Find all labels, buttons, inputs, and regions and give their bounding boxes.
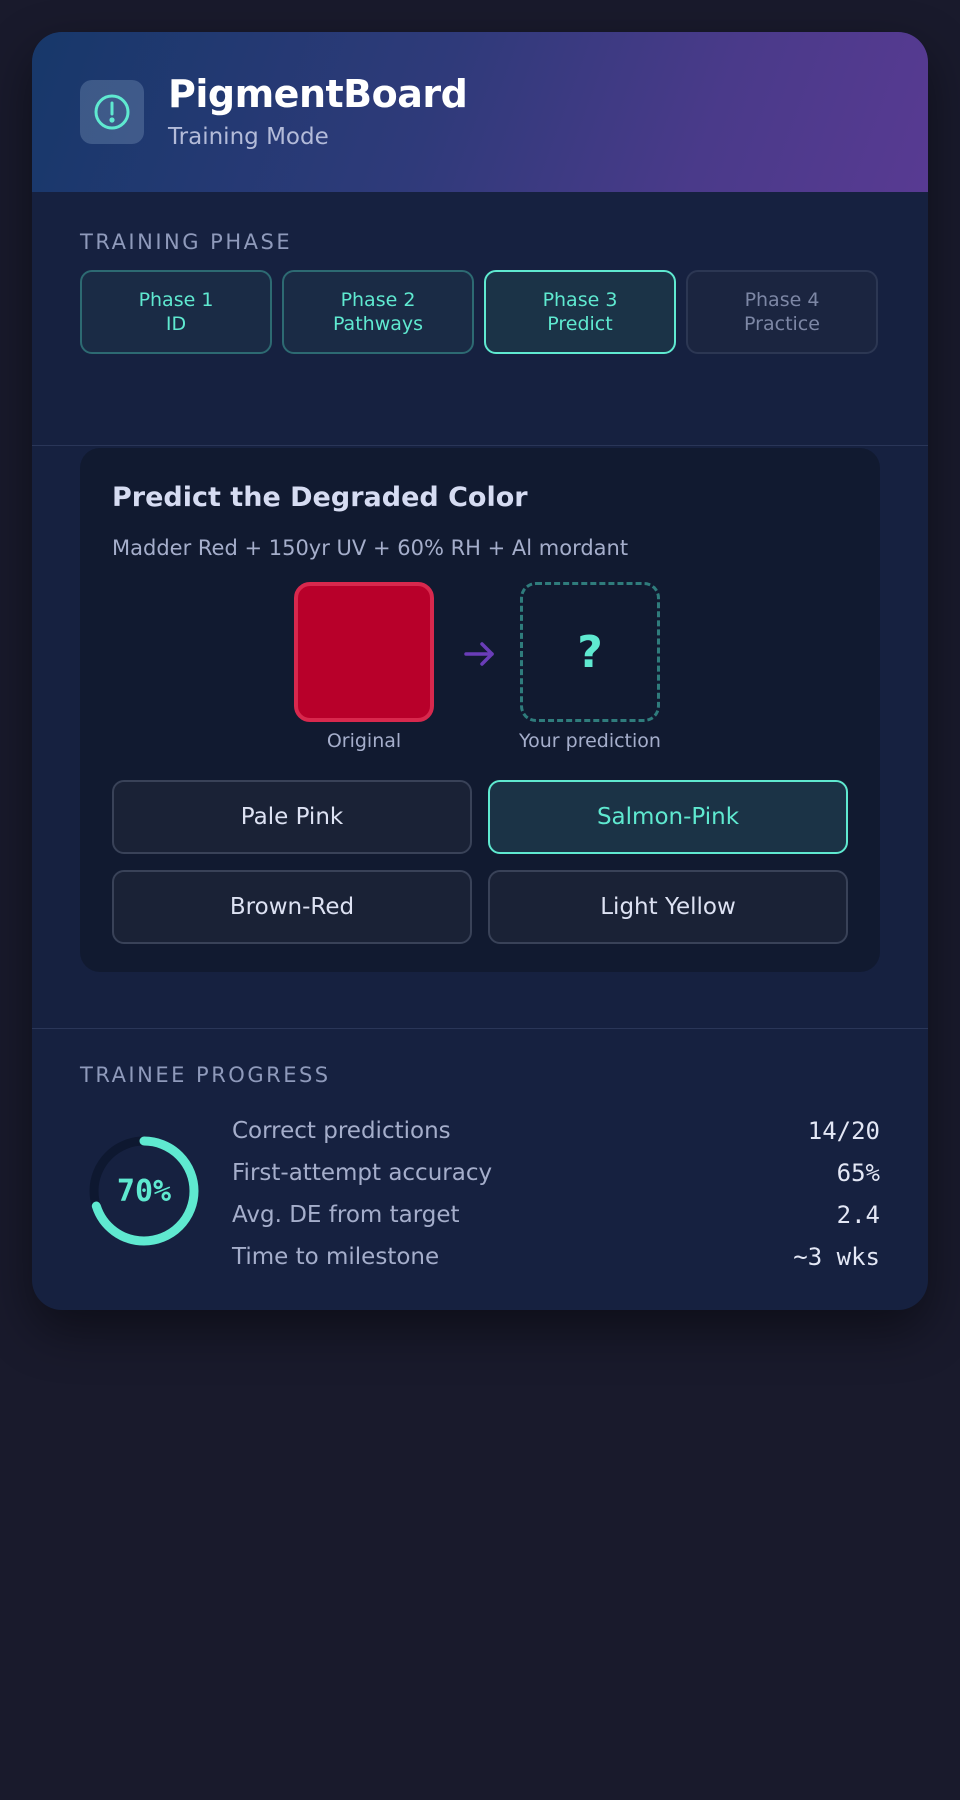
predict-description: Madder Red + 150yr UV + 60% RH + Al mord… xyxy=(112,536,629,560)
section-label-training-phase: TRAINING PHASE xyxy=(80,230,293,254)
arrow-right-icon xyxy=(464,642,494,666)
predict-card: Predict the Degraded Color Madder Red + … xyxy=(80,448,880,972)
stat-label: First-attempt accuracy xyxy=(232,1160,493,1186)
stat-label: Time to milestone xyxy=(232,1244,440,1270)
phase-number: Phase 2 xyxy=(340,289,416,311)
app-header: PigmentBoard Training Mode xyxy=(32,32,928,192)
option-label: Salmon-Pink xyxy=(596,804,740,830)
app-subtitle: Training Mode xyxy=(168,124,329,150)
option-label: Light Yellow xyxy=(600,894,736,920)
training-phase-section: TRAINING PHASE Phase 1 ID Phase 2 Pathwa… xyxy=(32,192,928,446)
option-salmon-pink-button[interactable]: Salmon-Pink xyxy=(488,780,848,854)
question-mark: ? xyxy=(577,626,603,678)
phase-name: Practice xyxy=(744,313,820,335)
phase-name: ID xyxy=(165,313,187,335)
stat-row-avg-de: Avg. DE from target 2.4 xyxy=(232,1197,880,1233)
stat-value: 2.4 xyxy=(836,1201,880,1229)
tab-phase-2[interactable]: Phase 2 Pathways xyxy=(282,270,474,354)
tab-phase-4[interactable]: Phase 4 Practice xyxy=(686,270,878,354)
stat-label: Correct predictions xyxy=(232,1118,451,1144)
training-card: PigmentBoard Training Mode TRAINING PHAS… xyxy=(32,32,928,1310)
option-label: Brown-Red xyxy=(229,894,355,920)
prediction-swatch[interactable]: ? xyxy=(520,582,660,722)
tab-phase-1[interactable]: Phase 1 ID xyxy=(80,270,272,354)
stat-value: 65% xyxy=(836,1159,880,1187)
option-light-yellow-button[interactable]: Light Yellow xyxy=(488,870,848,944)
tab-phase-3[interactable]: Phase 3 Predict xyxy=(484,270,676,354)
prediction-caption: Your prediction xyxy=(519,730,661,752)
stat-value: 14/20 xyxy=(807,1117,880,1145)
original-caption: Original xyxy=(326,730,402,752)
alert-circle-icon xyxy=(94,94,130,130)
option-pale-pink-button[interactable]: Pale Pink xyxy=(112,780,472,854)
stat-row-milestone: Time to milestone ~3 wks xyxy=(232,1239,880,1275)
phase-name: Predict xyxy=(547,313,613,335)
phase-number: Phase 3 xyxy=(542,289,618,311)
option-label: Pale Pink xyxy=(240,804,344,830)
phase-number: Phase 1 xyxy=(138,289,214,311)
predict-title: Predict the Degraded Color xyxy=(112,482,528,513)
phase-name: Pathways xyxy=(332,313,424,335)
phase-tabs: Phase 1 ID Phase 2 Pathways Phase 3 Pred… xyxy=(80,270,878,354)
app-logo xyxy=(80,80,144,144)
phase-number: Phase 4 xyxy=(744,289,820,311)
section-label-trainee-progress: TRAINEE PROGRESS xyxy=(80,1063,331,1087)
stat-label: Avg. DE from target xyxy=(232,1202,460,1228)
stat-row-accuracy: First-attempt accuracy 65% xyxy=(232,1155,880,1191)
option-brown-red-button[interactable]: Brown-Red xyxy=(112,870,472,944)
trainee-progress-section: TRAINEE PROGRESS 70% Correct predictions… xyxy=(32,1028,928,1310)
progress-percent: 70% xyxy=(116,1173,172,1209)
stat-row-correct: Correct predictions 14/20 xyxy=(232,1113,880,1149)
stat-value: ~3 wks xyxy=(793,1243,880,1271)
original-color-swatch xyxy=(294,582,434,722)
app-title: PigmentBoard xyxy=(168,72,468,116)
